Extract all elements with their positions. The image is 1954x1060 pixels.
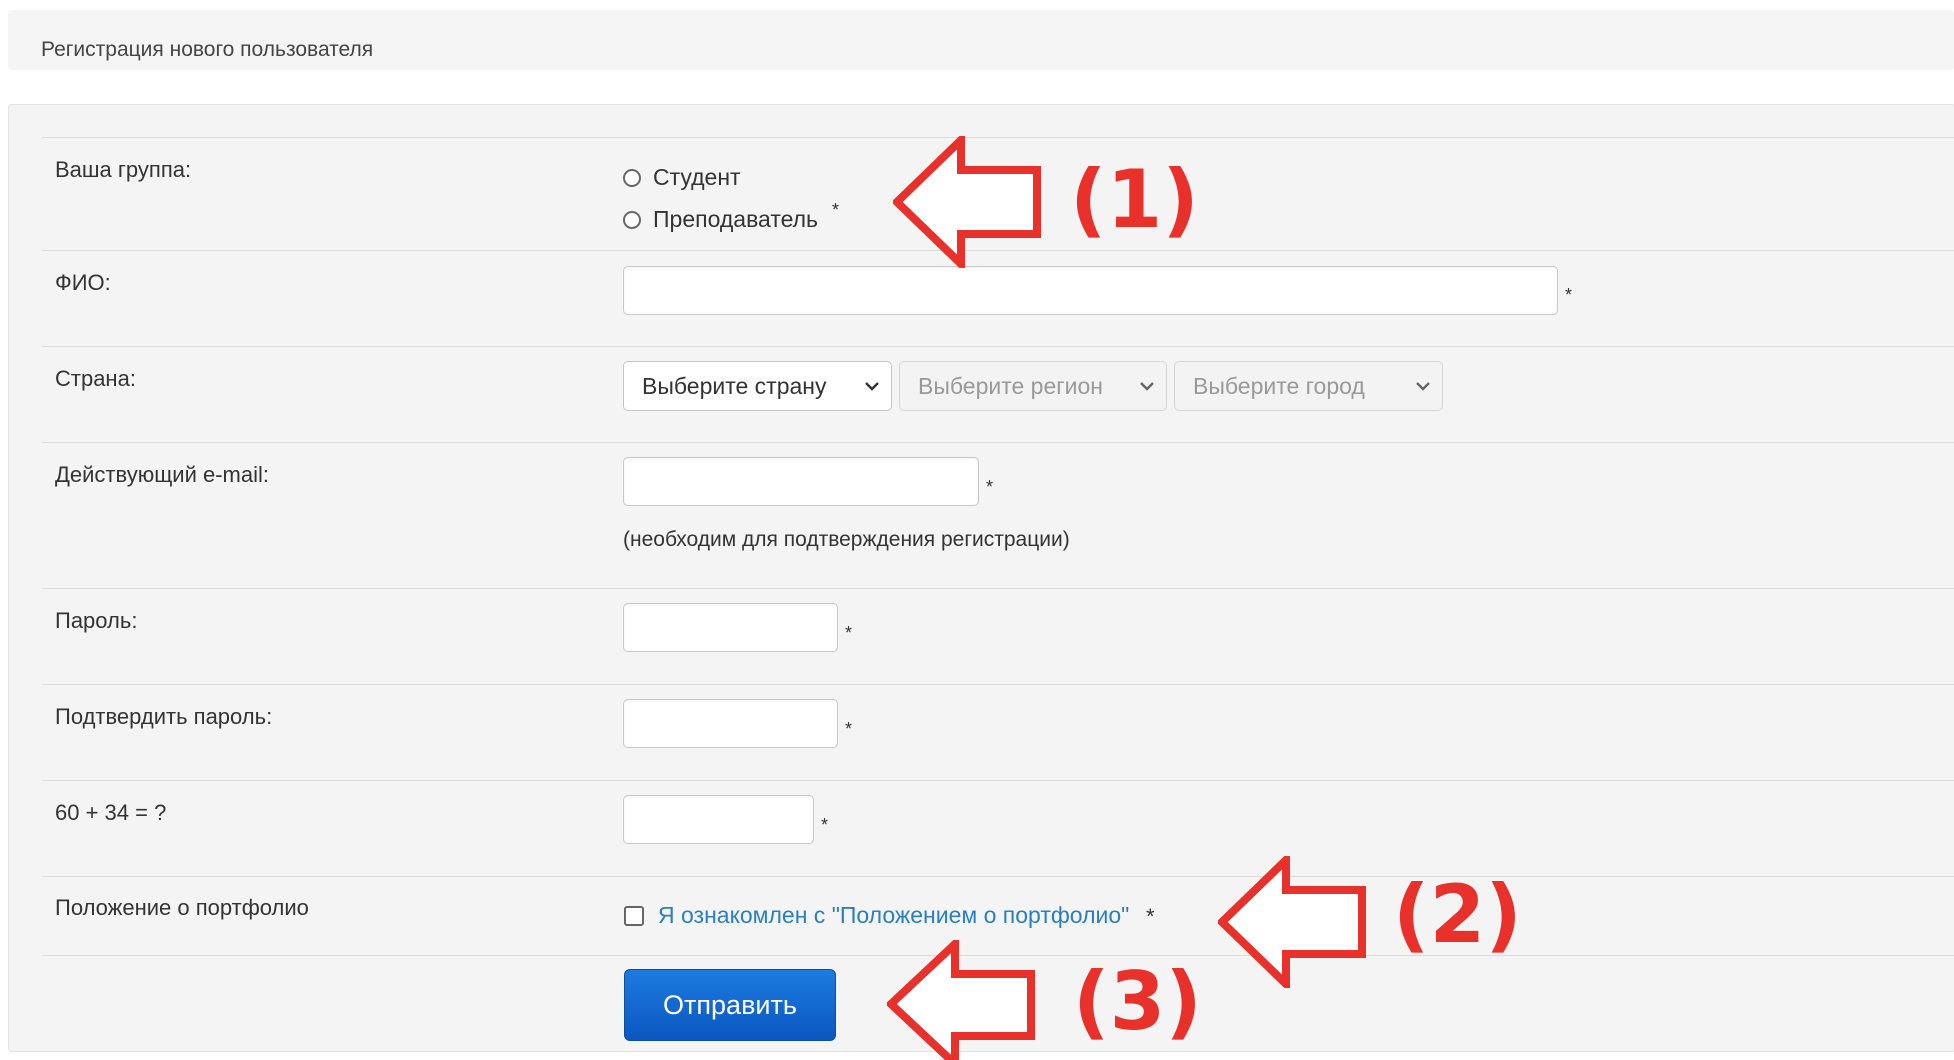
radio-circle[interactable] <box>623 210 641 229</box>
row-divider <box>42 780 1954 781</box>
fio-label: ФИО: <box>55 270 111 295</box>
radio-circle[interactable] <box>623 168 641 187</box>
chevron-down-icon <box>865 382 879 391</box>
radio-student-label: Студент <box>653 164 741 190</box>
radio-teacher-label: Преподаватель <box>653 206 819 232</box>
required-mark: * <box>986 477 994 497</box>
annotation-arrow-left-icon <box>893 136 1041 268</box>
email-hint: (необходим для подтверждения регистрации… <box>623 528 1070 551</box>
confirm-password-label: Подтвердить пароль: <box>55 704 273 729</box>
radio-teacher[interactable]: Преподаватель <box>623 206 818 233</box>
row-divider <box>42 442 1954 443</box>
captcha-input[interactable] <box>623 795 814 844</box>
chevron-down-icon <box>1416 382 1430 391</box>
city-select[interactable]: Выберите город <box>1174 361 1443 411</box>
row-divider <box>42 588 1954 589</box>
password-input[interactable] <box>623 603 838 652</box>
captcha-label: 60 + 34 = ? <box>55 800 167 825</box>
agree-checkbox[interactable] <box>624 906 644 926</box>
annotation-label-3: (3) <box>1073 955 1202 1048</box>
portfolio-label: Положение о портфолио <box>55 895 309 920</box>
password-label: Пароль: <box>55 608 138 633</box>
required-mark: * <box>832 200 840 220</box>
country-select-value: Выберите страну <box>642 372 827 399</box>
submit-button-label: Отправить <box>663 989 797 1020</box>
row-divider <box>42 876 1954 877</box>
page-title: Регистрация нового пользователя <box>41 38 374 61</box>
row-divider <box>42 346 1954 347</box>
email-input[interactable] <box>623 457 979 506</box>
radio-student[interactable]: Студент <box>623 164 741 191</box>
annotation-arrow-left-icon <box>887 940 1035 1060</box>
group-label: Ваша группа: <box>55 157 192 182</box>
annotation-label-1: (1) <box>1070 153 1199 246</box>
required-mark: * <box>1565 285 1573 305</box>
required-mark: * <box>845 719 853 739</box>
city-select-value: Выберите город <box>1193 372 1365 399</box>
required-mark: * <box>1146 904 1155 929</box>
required-mark: * <box>821 815 829 835</box>
submit-button[interactable]: Отправить <box>624 969 836 1041</box>
header-bar: Регистрация нового пользователя <box>8 10 1954 70</box>
country-select[interactable]: Выберите страну <box>623 361 892 411</box>
country-label: Страна: <box>55 366 136 391</box>
fio-input[interactable] <box>623 266 1558 315</box>
portfolio-agreement-link[interactable]: Я ознакомлен с "Положением о портфолио" <box>658 902 1129 929</box>
chevron-down-icon <box>1140 382 1154 391</box>
required-mark: * <box>845 623 853 643</box>
email-label: Действующий e-mail: <box>55 462 270 487</box>
confirm-password-input[interactable] <box>623 699 838 748</box>
row-divider <box>42 684 1954 685</box>
region-select[interactable]: Выберите регион <box>899 361 1167 411</box>
annotation-label-2: (2) <box>1393 868 1522 961</box>
region-select-value: Выберите регион <box>918 372 1103 399</box>
annotation-arrow-left-icon <box>1218 856 1366 988</box>
